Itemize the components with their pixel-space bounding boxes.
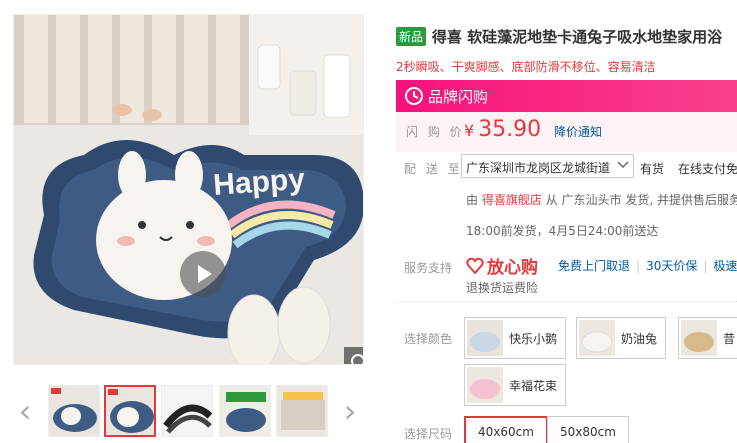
thumbnail-strip: ‹ › xyxy=(13,383,364,441)
delivery-time: 18:00前发货，4月5日24:00前送达 xyxy=(466,224,659,238)
thumbnail-image xyxy=(220,386,270,436)
magnifier-icon xyxy=(351,354,363,364)
thumb-prev-arrow-icon[interactable]: ‹ xyxy=(13,393,37,429)
color-option-label: 昔 xyxy=(723,331,736,346)
heart-icon xyxy=(466,257,484,275)
thumbnail-image xyxy=(277,386,327,436)
size-option[interactable]: 50x80cm xyxy=(547,416,629,443)
payment-info: 在线支付免 xyxy=(678,162,737,176)
play-video-button[interactable] xyxy=(180,251,226,297)
product-title-row: 新品 得喜 软硅藻泥地垫卡通兔子吸水地垫家用浴 xyxy=(396,26,737,47)
mat-happy-text: Happy xyxy=(212,163,306,202)
thumbnail[interactable] xyxy=(48,385,100,437)
color-option[interactable]: 快乐小鹅 xyxy=(464,317,567,359)
price-amount: 35.90 xyxy=(478,117,542,142)
currency-symbol: ¥ xyxy=(464,121,475,140)
stock-status: 有货 xyxy=(640,162,665,176)
size-option-selected[interactable]: 40x60cm xyxy=(464,416,548,443)
price-label: 闪 购 价 xyxy=(406,125,465,139)
color-option[interactable]: 昔 xyxy=(678,317,737,359)
chevron-down-icon xyxy=(617,157,629,176)
service-link[interactable]: 免费上门取退 xyxy=(558,259,630,273)
color-option[interactable]: 奶油兔 xyxy=(576,317,667,359)
service-link[interactable]: 极速 xyxy=(713,259,737,273)
zoom-button[interactable] xyxy=(344,347,363,364)
color-label: 选择颜色 xyxy=(404,332,453,346)
address-selector[interactable]: 广东深圳市龙岗区龙城街道 xyxy=(461,154,634,178)
color-option-label: 奶油兔 xyxy=(621,331,658,346)
price-value: ¥35.90 xyxy=(464,117,541,142)
color-option-label: 幸福花束 xyxy=(509,378,558,393)
service-badge[interactable]: 放心购 xyxy=(466,253,538,278)
color-swatch xyxy=(467,367,503,403)
color-option[interactable]: 幸福花束 xyxy=(464,364,567,406)
thumbnail-active[interactable] xyxy=(104,385,156,437)
product-title: 得喜 软硅藻泥地垫卡通兔子吸水地垫家用浴 xyxy=(431,28,723,46)
thumbnail[interactable] xyxy=(219,385,271,437)
shipper-suffix: 从 广东汕头市 发货, 并提供售后服务 xyxy=(545,193,737,207)
main-product-image[interactable]: Happy xyxy=(13,14,364,365)
price-area: 闪 购 价 ¥35.90 降价通知 xyxy=(396,112,737,152)
shipper-prefix: 由 xyxy=(466,193,479,207)
address-text: 广东深圳市龙岗区龙城街道 xyxy=(466,161,611,175)
new-badge: 新品 xyxy=(396,27,427,46)
size-label: 选择尺码 xyxy=(404,427,453,441)
color-option-label: 快乐小鹅 xyxy=(509,331,558,346)
clock-icon xyxy=(405,87,423,105)
product-subtitle: 2秒瞬吸、干爽脚感、底部防滑不移位、容易清洁 xyxy=(396,60,656,74)
color-swatch xyxy=(467,320,503,356)
service-links: 免费上门取退 | 30天价保 | 极速 xyxy=(558,259,737,273)
product-photo: Happy xyxy=(14,15,363,364)
service-label: 服务支持 xyxy=(404,261,453,275)
delivery-label: 配 送 至 xyxy=(404,162,463,176)
shipping-info: 由 得喜旗舰店 从 广东汕头市 发货, 并提供售后服务 xyxy=(466,191,737,208)
thumbnail[interactable] xyxy=(161,385,213,437)
thumbnail-image xyxy=(106,387,154,435)
thumbnail[interactable] xyxy=(276,385,328,437)
price-notify-link[interactable]: 降价通知 xyxy=(554,123,602,140)
flash-sale-bar: 品牌闪购 xyxy=(396,80,737,112)
color-swatch xyxy=(681,320,717,356)
thumbnail-image xyxy=(162,386,212,436)
service-badge-text: 放心购 xyxy=(487,258,538,278)
divider xyxy=(396,301,737,302)
thumbnail-image xyxy=(49,386,99,436)
color-swatch xyxy=(579,320,615,356)
store-link[interactable]: 得喜旗舰店 xyxy=(482,193,542,207)
service-link[interactable]: 30天价保 xyxy=(646,259,697,273)
flash-sale-label: 品牌闪购 xyxy=(428,87,489,106)
service-extra: 退换货运费险 xyxy=(466,281,539,295)
thumb-next-arrow-icon[interactable]: › xyxy=(338,393,362,429)
